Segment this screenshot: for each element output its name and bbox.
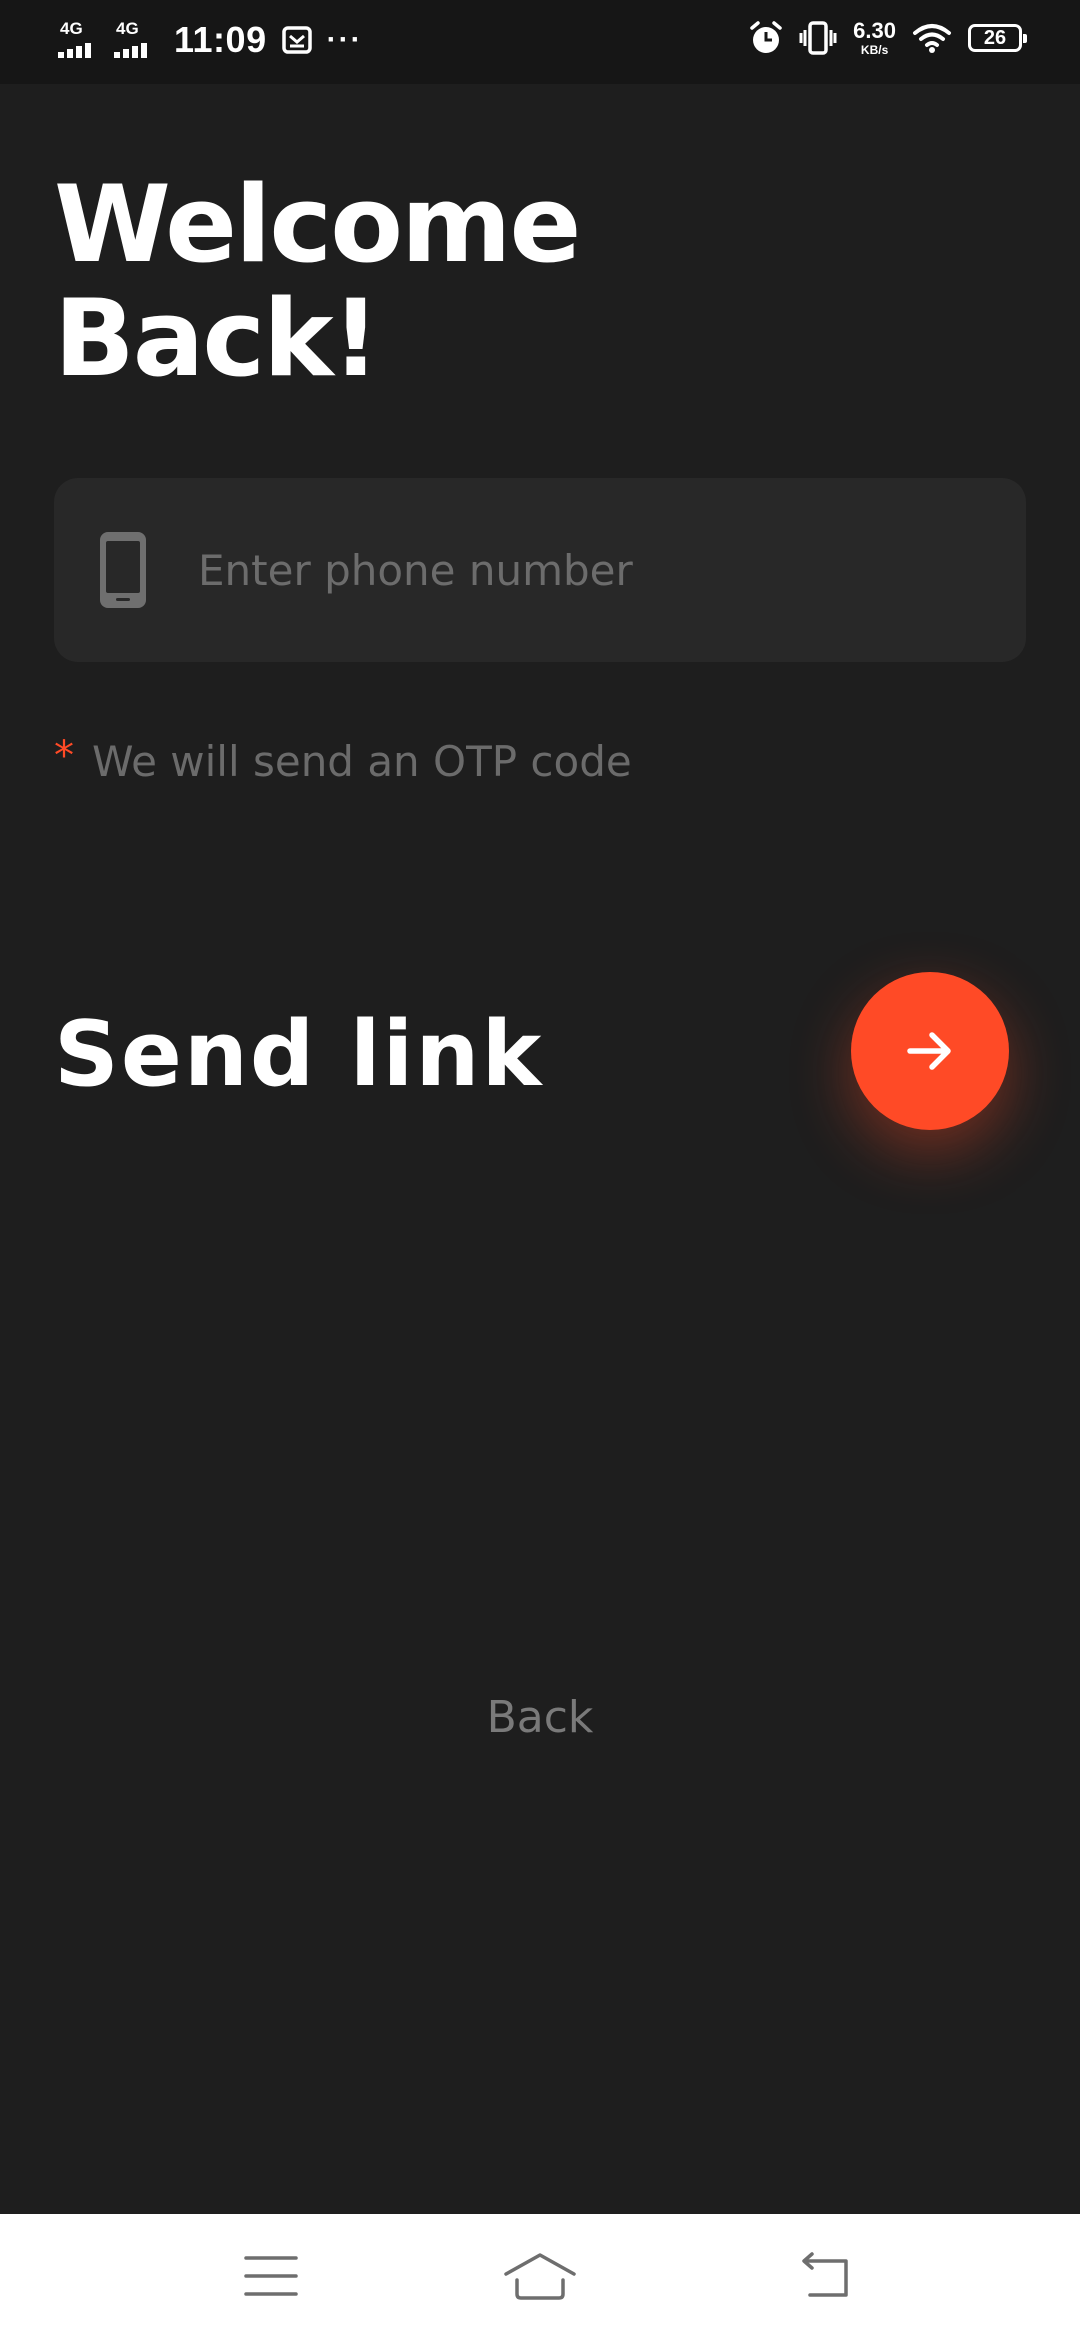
required-marker: * xyxy=(54,733,74,779)
more-notifications-indicator: ··· xyxy=(326,23,363,56)
network-speed-unit: KB/s xyxy=(860,43,889,57)
signal-bars-icon xyxy=(114,43,147,58)
send-link-button[interactable] xyxy=(851,972,1009,1130)
phone-number-field[interactable] xyxy=(54,478,1026,662)
nav-back-button[interactable] xyxy=(784,2244,864,2308)
status-bar: 4G 4G 11:09 ··· 6.30 KB/s 26 xyxy=(0,0,1080,84)
network-speed-value: 6.30 xyxy=(853,18,896,43)
signal-bars-icon xyxy=(58,43,91,58)
smartphone-icon xyxy=(100,532,146,608)
network-speed: 6.30 KB/s xyxy=(853,18,896,57)
nav-home-button[interactable] xyxy=(500,2244,580,2308)
battery-indicator: 26 xyxy=(968,24,1027,52)
home-icon xyxy=(504,2253,576,2300)
back-icon xyxy=(802,2252,848,2297)
title-line-back: Back! xyxy=(54,277,380,400)
send-link-label: Send link xyxy=(54,1002,544,1107)
arrow-right-icon xyxy=(907,1032,951,1070)
otp-hint: * We will send an OTP code xyxy=(54,736,632,788)
signal-1: 4G xyxy=(58,18,100,62)
page-title: Welcome Back! xyxy=(54,163,581,400)
otp-hint-text: We will send an OTP code xyxy=(92,737,632,786)
title-line-welcome: Welcome xyxy=(54,163,581,286)
nav-menu-button[interactable] xyxy=(231,2244,311,2308)
mail-notification-icon xyxy=(281,26,312,54)
signal-2: 4G xyxy=(114,18,156,62)
back-link[interactable]: Back xyxy=(0,1690,1080,1746)
status-bar-right: 6.30 KB/s 26 xyxy=(749,18,1027,57)
status-bar-left: 4G 4G 11:09 ··· xyxy=(58,18,363,62)
network-type-2: 4G xyxy=(116,19,139,38)
alarm-icon xyxy=(750,21,782,53)
network-type-1: 4G xyxy=(60,19,83,38)
phone-number-input[interactable] xyxy=(198,518,978,622)
vibrate-icon xyxy=(799,21,837,55)
wifi-icon xyxy=(913,24,951,53)
clock: 11:09 xyxy=(174,19,267,60)
menu-icon xyxy=(244,2256,298,2296)
system-navigation-bar xyxy=(0,2214,1080,2340)
